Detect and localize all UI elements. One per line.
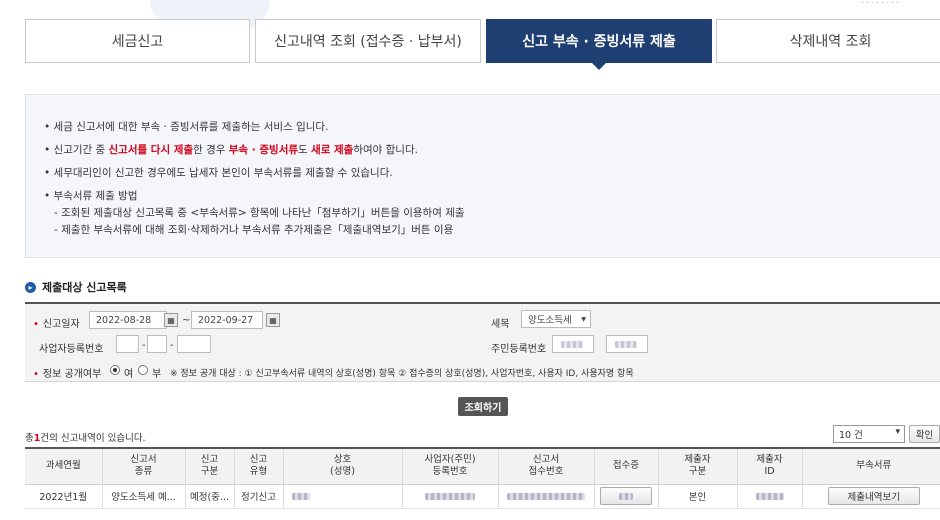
date-label: • 신고일자	[33, 319, 80, 330]
result-count: 총1건의 신고내역이 있습니다.	[25, 433, 146, 444]
rrn-input-1[interactable]	[552, 335, 594, 353]
biz-number-input-2[interactable]	[147, 335, 167, 353]
chevron-down-icon: ▾	[581, 313, 586, 325]
cell-submitter-id	[736, 484, 802, 509]
tab-bar: 세금신고 신고내역 조회 (접수증 · 납부서) 신고 부속 · 증빙서류 제출…	[25, 19, 940, 70]
search-button[interactable]: 조회하기	[458, 397, 508, 416]
cell-receipt	[593, 484, 658, 509]
disclose-no-radio[interactable]	[138, 365, 148, 375]
cell-submitter-type: 본인	[657, 484, 737, 509]
section-title: ▸ 제출대상 신고목록	[25, 279, 127, 295]
col-kind: 신고 유형	[233, 447, 283, 485]
tab-filing-history[interactable]: 신고내역 조회 (접수증 · 납부서)	[255, 19, 481, 63]
info-line-resubmit: • 신고기간 중 신고서를 다시 제출한 경우 부속 · 증빙서류도 새로 제출…	[44, 144, 418, 156]
disclose-label: • 정보 공개여부	[33, 369, 102, 380]
calendar-icon[interactable]: ▦	[164, 313, 178, 327]
disclose-no-label: 부	[152, 369, 162, 380]
chevron-down-icon: ▾	[895, 427, 900, 437]
date-to-input[interactable]: 2022-09-27	[191, 311, 263, 329]
tab-submit-documents[interactable]: 신고 부속 · 증빙서류 제출	[486, 19, 712, 70]
cell-period: 2022년1월	[25, 484, 102, 509]
biz-number-input-1[interactable]	[116, 335, 139, 353]
col-reg-number: 사업자(주민) 등록번호	[401, 447, 498, 485]
col-receipt: 접수증	[593, 447, 658, 485]
col-submitter-id: 제출자 ID	[736, 447, 802, 485]
info-box: • 세금 신고서에 대한 부속 · 증빙서류를 제출하는 서비스 입니다. • …	[25, 94, 940, 258]
disclose-note: ※ 정보 공개 대상 : ① 신고부속서류 내역의 상호(성명) 항목 ② 접수…	[170, 369, 634, 379]
date-from-input[interactable]: 2022-08-28	[89, 311, 167, 329]
col-submitter-type: 제출자 구분	[657, 447, 737, 485]
col-division: 신고 구분	[184, 447, 234, 485]
rrn-label: 주민등록번호	[491, 344, 547, 355]
rrn-input-2[interactable]	[606, 335, 648, 353]
col-documents: 부속서류	[801, 447, 940, 485]
info-line-method: • 부속서류 제출 방법	[44, 190, 138, 202]
info-line-service: • 세금 신고서에 대한 부속 · 증빙서류를 제출하는 서비스 입니다.	[44, 121, 329, 133]
view-submissions-button[interactable]: 제출내역보기	[827, 487, 920, 505]
dash: -	[142, 340, 146, 351]
col-receipt-number: 신고서 접수번호	[497, 447, 594, 485]
disclose-yes-label: 여	[124, 369, 134, 380]
date-tilde: ~	[182, 315, 191, 326]
col-period: 과세연월	[25, 447, 102, 485]
info-line-method-attach: - 조회된 제출대상 신고목록 중 <부속서류> 항목에 나타난「첨부하기」버튼…	[54, 207, 465, 219]
receipt-button[interactable]	[600, 487, 652, 505]
biz-number-label: 사업자등록번호	[39, 344, 104, 355]
cell-receipt-number	[497, 484, 594, 509]
dash: -	[170, 340, 174, 351]
cell-kind: 정기신고	[233, 484, 283, 509]
table-row: 2022년1월 양도소득세 예... 예정(중... 정기신고 본인 제출내역보…	[25, 484, 940, 509]
tab-deleted-history[interactable]: 삭제내역 조회	[716, 19, 940, 63]
search-form: • 신고일자 2022-08-28 ▦ ~ 2022-09-27 ▦ 세목 양도소…	[25, 302, 940, 382]
cell-type: 양도소득세 예...	[101, 484, 185, 509]
arrow-circle-icon: ▸	[25, 281, 36, 293]
page-size-select[interactable]: 10 건 ▾	[833, 425, 905, 443]
biz-number-input-3[interactable]	[177, 335, 211, 353]
col-type: 신고서 종류	[101, 447, 185, 485]
calendar-icon[interactable]: ▦	[266, 313, 280, 327]
info-line-method-view: - 제출한 부속서류에 대해 조회·삭제하거나 부속서류 추가제출은「제출내역보…	[54, 224, 454, 236]
table-header-row: 과세연월 신고서 종류 신고 구분 신고 유형 상호 (성명) 사업자(주민) …	[25, 447, 940, 485]
cell-name	[282, 484, 402, 509]
col-name: 상호 (성명)	[282, 447, 402, 485]
disclose-yes-radio[interactable]	[110, 365, 120, 375]
confirm-button[interactable]: 확인	[909, 425, 940, 443]
tax-label: 세목	[491, 319, 510, 330]
background-dots	[860, 0, 900, 6]
tab-tax-filing[interactable]: 세금신고	[25, 19, 250, 63]
cell-division: 예정(중...	[184, 484, 234, 509]
tax-select[interactable]: 양도소득세 ▾	[521, 310, 591, 328]
cell-reg-number	[401, 484, 498, 509]
info-line-agent: • 세무대리인이 신고한 경우에도 납세자 본인이 부속서류를 제출할 수 있습…	[44, 167, 393, 179]
filing-table: 과세연월 신고서 종류 신고 구분 신고 유형 상호 (성명) 사업자(주민) …	[25, 447, 940, 509]
cell-documents: 제출내역보기	[801, 484, 940, 509]
